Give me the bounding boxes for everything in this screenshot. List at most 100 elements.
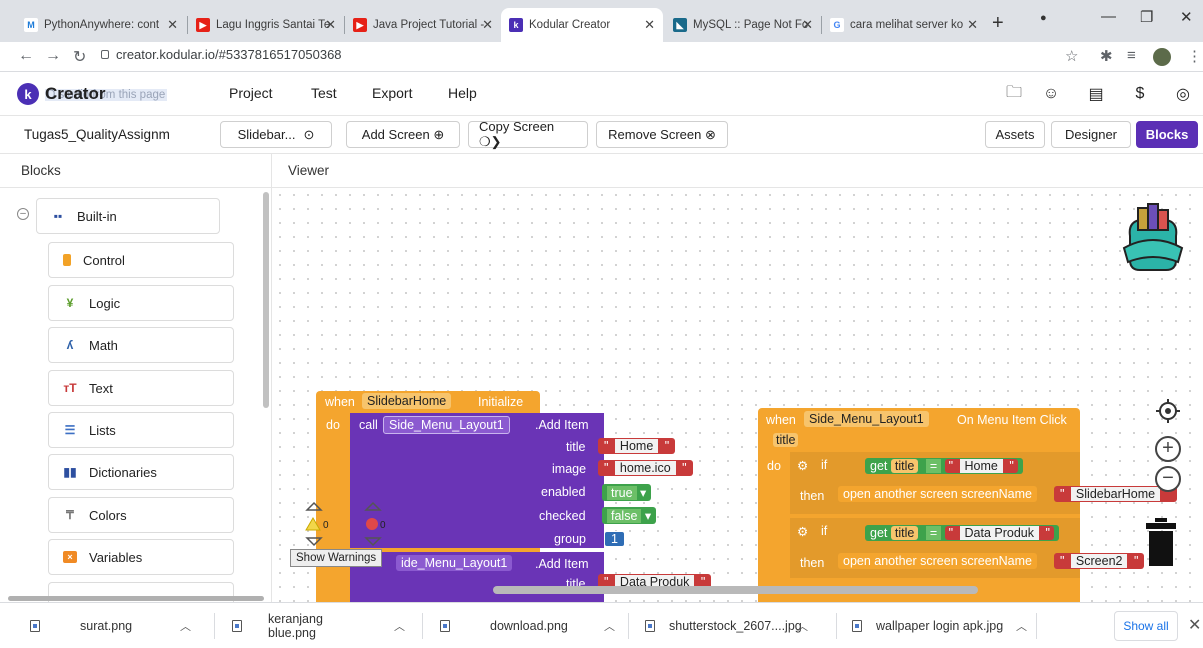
assets-button[interactable]: Assets (985, 121, 1045, 148)
palette-item-lists[interactable]: ☰ Lists (48, 412, 234, 448)
menu-kebab-icon[interactable]: ⋮ (1187, 47, 1202, 65)
open-screen-block[interactable]: open another screen screenName (838, 553, 1038, 569)
target-component-dropdown[interactable]: ide_Menu_Layout1 (396, 555, 513, 571)
palette-item-dictionaries[interactable]: ▮▮ Dictionaries (48, 454, 234, 490)
variable-dropdown[interactable]: title (890, 459, 919, 473)
reading-list-icon[interactable]: ≡ (1127, 47, 1136, 64)
workspace-hscrollbar[interactable] (493, 586, 978, 594)
mutator-gear-icon[interactable]: ⚙ (797, 524, 808, 539)
folder-icon[interactable]: 🗀 (1004, 84, 1024, 104)
chevron-up-icon[interactable]: ︿ (394, 618, 405, 634)
remove-screen-button[interactable]: Remove Screen ⊗ (596, 121, 728, 148)
chevron-up-icon[interactable]: ︿ (1016, 618, 1027, 634)
url-field[interactable]: creator.kodular.io/#5337816517050368 (116, 47, 342, 62)
chevron-up-icon[interactable]: ︿ (797, 618, 808, 634)
new-tab-icon[interactable]: + (992, 12, 1004, 35)
blocks-workspace[interactable]: when SlidebarHome Initialize do call Sid… (273, 188, 1203, 602)
open-screen-block[interactable]: open another screen screenName (838, 486, 1038, 502)
browser-tab-mysql[interactable]: ◣ MySQL :: Page Not Fo ✕ (665, 8, 821, 42)
lock-icon[interactable] (101, 50, 109, 59)
browser-tab-lagu[interactable]: ▶ Lagu Inggris Santai Te ✕ (188, 8, 344, 42)
window-close-icon[interactable]: ✕ (1180, 8, 1193, 26)
close-icon[interactable]: ✕ (644, 17, 655, 33)
close-icon[interactable]: ✕ (802, 17, 813, 33)
boolean-block[interactable]: false ▾ (602, 507, 657, 524)
close-icon[interactable]: ✕ (167, 17, 178, 33)
menu-test[interactable]: Test (311, 85, 337, 101)
number-block[interactable]: 1 (604, 531, 625, 547)
palette-item-label: Control (83, 252, 125, 268)
palette-scrollbar[interactable] (263, 192, 269, 408)
notes-icon[interactable]: ▤ (1086, 84, 1106, 104)
forward-icon[interactable]: → (45, 47, 61, 65)
compare-block[interactable]: get title = " Home " (865, 458, 1023, 474)
palette-builtin[interactable]: ▪▪ Built-in (36, 198, 220, 234)
palette-item-control[interactable]: Control (48, 242, 234, 278)
download-item[interactable]: keranjang blue.png ︿ (232, 612, 405, 640)
close-icon[interactable]: ✕ (967, 17, 978, 33)
backpack-icon[interactable] (1118, 202, 1188, 276)
chevron-up-icon[interactable]: ︿ (180, 618, 191, 634)
kodular-logo-icon[interactable]: k (17, 83, 39, 105)
boolean-block[interactable]: true ▾ (602, 484, 652, 501)
browser-tab-pythonanywhere[interactable]: M PythonAnywhere: cont ✕ (16, 8, 186, 42)
compare-block[interactable]: get title = " Data Produk " (865, 525, 1059, 541)
account-icon[interactable]: ◎ (1173, 84, 1193, 104)
close-icon[interactable]: ✕ (1188, 615, 1201, 635)
reload-icon[interactable]: ↻ (73, 47, 86, 67)
close-icon[interactable]: ✕ (482, 17, 493, 33)
chevron-up-icon[interactable]: ︿ (604, 618, 615, 634)
component-dropdown[interactable]: Side_Menu_Layout1 (804, 411, 929, 427)
companion-icon[interactable]: ☺ (1041, 84, 1061, 104)
palette-hscrollbar[interactable] (8, 596, 264, 601)
minimize-icon[interactable]: — (1101, 8, 1116, 25)
operator-dropdown[interactable]: = (925, 459, 942, 473)
download-item[interactable]: wallpaper login apk.jpg ︿ (852, 615, 1027, 637)
copy-screen-button[interactable]: Copy Screen ❍❯ (468, 119, 588, 149)
browser-tab-kodular[interactable]: k Kodular Creator ✕ (501, 8, 663, 42)
menu-project[interactable]: Project (229, 85, 273, 101)
show-all-button[interactable]: Show all (1114, 611, 1178, 641)
avatar[interactable] (1153, 48, 1171, 66)
trash-icon[interactable] (1146, 518, 1176, 566)
text-literal-block[interactable]: " Screen2 " (1054, 553, 1145, 569)
collapse-icon[interactable]: – (17, 208, 29, 220)
browser-tab-google[interactable]: G cara melihat server ko ✕ (822, 8, 986, 42)
download-item[interactable]: download.png ︿ (440, 615, 615, 637)
palette-item-text[interactable]: ᴛT Text (48, 370, 234, 406)
menu-export[interactable]: Export (372, 85, 412, 101)
event-param-title[interactable]: title (773, 433, 799, 447)
blocks-button[interactable]: Blocks (1136, 121, 1198, 148)
profile-icon[interactable]: ● (1040, 12, 1047, 24)
palette-item-logic[interactable]: ¥ Logic (48, 285, 234, 321)
zoom-out-icon[interactable]: − (1155, 466, 1181, 492)
component-dropdown[interactable]: SlidebarHome (362, 393, 452, 409)
mutator-gear-icon[interactable]: ⚙ (797, 458, 808, 473)
zoom-in-icon[interactable]: + (1155, 436, 1181, 462)
variable-dropdown[interactable]: title (890, 526, 919, 540)
back-icon[interactable]: ← (18, 47, 34, 65)
text-literal-block[interactable]: " Home " (944, 459, 1018, 473)
operator-dropdown[interactable]: = (925, 526, 942, 540)
palette-item-colors[interactable]: ₸ Colors (48, 497, 234, 533)
extensions-icon[interactable]: ✱ (1100, 47, 1113, 65)
add-screen-button[interactable]: Add Screen ⊕ (346, 121, 460, 148)
bookmark-star-icon[interactable]: ☆ (1065, 47, 1078, 65)
palette-item-math[interactable]: ʎ Math (48, 327, 234, 363)
download-item[interactable]: shutterstock_2607....jpg ︿ (645, 615, 808, 637)
palette-item-variables[interactable]: × Variables (48, 539, 234, 575)
show-warnings-button[interactable]: Show Warnings (290, 549, 383, 567)
text-literal-block[interactable]: " Home " (598, 438, 676, 454)
browser-tab-java[interactable]: ▶ Java Project Tutorial - ✕ (345, 8, 501, 42)
text-literal-block[interactable]: " Data Produk " (944, 526, 1054, 540)
close-icon[interactable]: ✕ (325, 17, 336, 33)
target-component-dropdown[interactable]: Side_Menu_Layout1 (383, 416, 510, 434)
recenter-icon[interactable] (1155, 398, 1181, 424)
restore-icon[interactable]: ❐ (1140, 8, 1153, 26)
dollar-icon[interactable]: $ (1130, 84, 1150, 104)
text-literal-block[interactable]: " home.ico " (598, 460, 693, 476)
screen-select[interactable]: Slidebar... ⊙ (220, 121, 332, 148)
designer-button[interactable]: Designer (1051, 121, 1131, 148)
menu-help[interactable]: Help (448, 85, 477, 101)
download-item[interactable]: surat.png ︿ (30, 615, 191, 637)
